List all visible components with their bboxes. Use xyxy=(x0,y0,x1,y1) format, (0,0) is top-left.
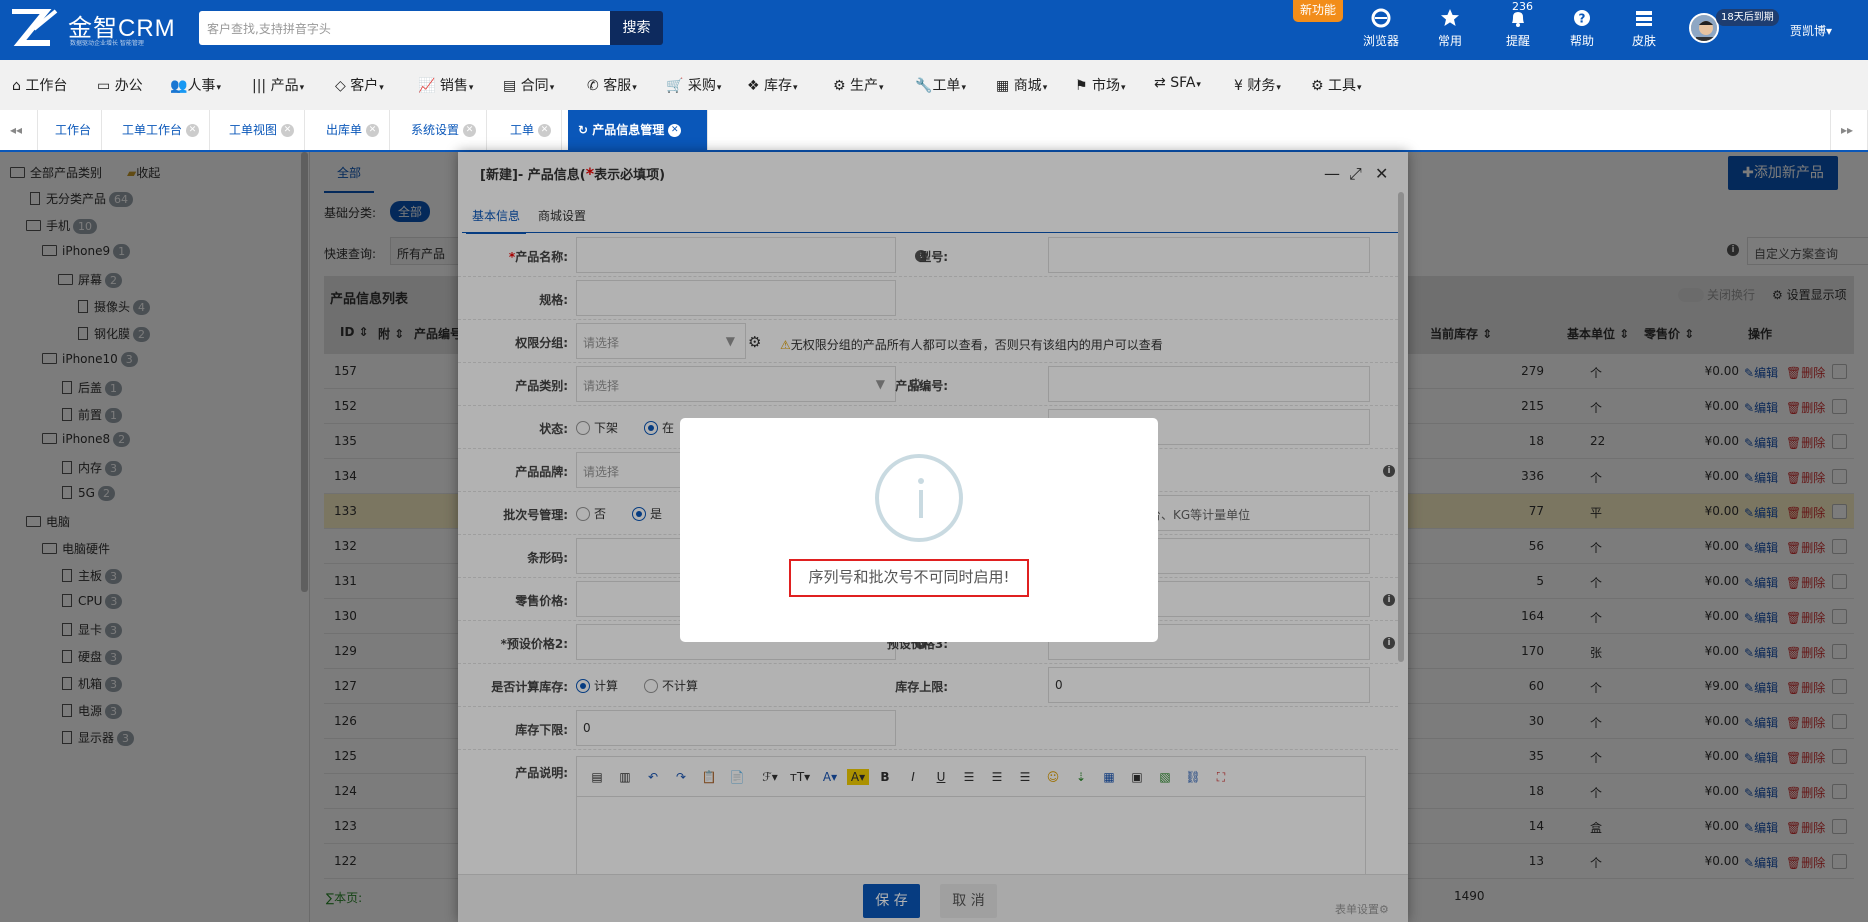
menu-hr[interactable]: 👥人事▾ xyxy=(170,75,221,95)
menu-mall[interactable]: ▦ 商城▾ xyxy=(996,75,1047,95)
contract-icon: ▤ xyxy=(503,78,517,94)
favorites-tool[interactable]: 常用 xyxy=(1422,8,1478,49)
menu-market[interactable]: ⚑ 市场▾ xyxy=(1075,75,1126,95)
phone-icon: ✆ xyxy=(587,78,599,94)
refresh-icon: ⇄ xyxy=(1154,75,1166,91)
top-header: 金智CRM 数据驱动企业增长 智能管理 客户查找,支持拼音字头 搜索 新功能 浏… xyxy=(0,0,1868,60)
menu-sfa[interactable]: ⇄ SFA▾ xyxy=(1154,75,1201,91)
cogs-icon: ⚙ xyxy=(833,78,846,94)
menu-contract[interactable]: ▤ 合同▾ xyxy=(503,75,554,95)
menu-customer[interactable]: ◇ 客户▾ xyxy=(335,75,384,95)
wrench-icon: 🔧 xyxy=(915,78,933,94)
alert-dialog: 序列号和批次号不可同时启用! xyxy=(680,418,1158,642)
tool-label: 浏览器 xyxy=(1362,34,1399,48)
barcode-icon: ||| xyxy=(252,78,267,94)
diamond-icon: ◇ xyxy=(335,78,346,94)
trial-expire-badge: 18天后到期 xyxy=(1716,9,1779,26)
close-icon[interactable]: ✕ xyxy=(668,124,682,137)
menu-product[interactable]: ||| 产品▾ xyxy=(252,75,304,95)
menu-sales[interactable]: 📈 销售▾ xyxy=(418,75,473,95)
new-feature-badge[interactable]: 新功能 xyxy=(1293,0,1343,22)
refresh-icon: ↻ xyxy=(578,123,589,137)
menu-inventory[interactable]: ❖ 库存▾ xyxy=(747,75,798,95)
close-icon[interactable]: ✕ xyxy=(186,124,200,137)
home-icon: ⌂ xyxy=(12,78,21,94)
browser-icon xyxy=(1371,8,1391,28)
chart-icon: 📈 xyxy=(418,78,436,94)
menu-service[interactable]: ✆ 客服▾ xyxy=(587,75,637,95)
remind-count-badge: 236 xyxy=(1512,0,1533,13)
cart-icon: 🛒 xyxy=(666,78,684,94)
cubes-icon: ❖ xyxy=(747,78,760,94)
laptop-icon: ▭ xyxy=(97,78,111,94)
tab-workbench[interactable]: 工作台 xyxy=(45,110,103,150)
star-icon xyxy=(1441,9,1459,26)
tool-label: 提醒 xyxy=(1505,34,1530,48)
tool-label: 皮肤 xyxy=(1631,34,1656,48)
customer-search-input[interactable]: 客户查找,支持拼音字头 xyxy=(199,11,610,45)
menu-production[interactable]: ⚙ 生产▾ xyxy=(833,75,884,95)
search-button[interactable]: 搜索 xyxy=(610,11,663,45)
users-icon: 👥 xyxy=(170,78,188,94)
yen-icon: ¥ xyxy=(1234,78,1243,94)
info-icon xyxy=(875,454,963,542)
alert-message: 序列号和批次号不可同时启用! xyxy=(789,559,1029,597)
tabs-scroll-left-icon[interactable]: ◂◂ xyxy=(0,110,38,150)
logo-icon xyxy=(12,9,58,46)
menu-purchase[interactable]: 🛒 采购▾ xyxy=(666,75,721,95)
tab-product-info[interactable]: ↻ 产品信息管理 ✕ xyxy=(568,110,708,150)
close-icon[interactable]: ✕ xyxy=(366,124,380,137)
tab-ticket-workbench[interactable]: 工单工作台 ✕ xyxy=(112,110,211,150)
brand-slogan: 数据驱动企业增长 智能管理 xyxy=(70,40,144,47)
menu-ticket[interactable]: 🔧工单▾ xyxy=(915,75,966,95)
user-menu[interactable]: 贾凯博▾ xyxy=(1790,22,1832,39)
menu-office[interactable]: ▭ 办公 xyxy=(97,75,143,95)
tabs-scroll-right-icon[interactable]: ▸▸ xyxy=(1830,110,1868,150)
grid-icon: ▦ xyxy=(996,78,1010,94)
flag-icon: ⚑ xyxy=(1075,78,1088,94)
help-icon: ? xyxy=(1574,10,1590,26)
close-icon[interactable]: ✕ xyxy=(463,124,477,137)
tool-label: 常用 xyxy=(1437,34,1462,48)
tab-ticket[interactable]: 工单 ✕ xyxy=(500,110,563,150)
browser-tool[interactable]: 浏览器 xyxy=(1353,8,1409,49)
menu-tools[interactable]: ⚙ 工具▾ xyxy=(1311,75,1362,95)
help-tool[interactable]: ? 帮助 xyxy=(1554,8,1610,49)
user-avatar[interactable] xyxy=(1689,13,1719,43)
skin-icon xyxy=(1636,11,1652,26)
menu-workbench[interactable]: ⌂ 工作台 xyxy=(12,75,67,95)
close-icon[interactable]: ✕ xyxy=(538,124,552,137)
avatar-icon xyxy=(1691,15,1717,41)
close-icon[interactable]: ✕ xyxy=(281,124,295,137)
skin-tool[interactable]: 皮肤 xyxy=(1616,8,1672,49)
tab-system-settings[interactable]: 系统设置 ✕ xyxy=(401,110,488,150)
tool-label: 帮助 xyxy=(1569,34,1594,48)
main-menu-bar: ⌂ 工作台 ▭ 办公 👥人事▾ ||| 产品▾ ◇ 客户▾ 📈 销售▾ ▤ 合同… xyxy=(0,60,1868,110)
svg-text:?: ? xyxy=(1579,12,1586,26)
remind-tool[interactable]: 提醒 xyxy=(1490,8,1546,49)
tab-ticket-view[interactable]: 工单视图 ✕ xyxy=(219,110,306,150)
open-tabs-bar: ◂◂ 工作台 工单工作台 ✕ 工单视图 ✕ 出库单 ✕ 系统设置 ✕ 工单 ✕ ↻ 产品信… xyxy=(0,110,1868,152)
gear-icon: ⚙ xyxy=(1311,78,1324,94)
menu-finance[interactable]: ¥ 财务▾ xyxy=(1234,75,1281,95)
tab-outbound[interactable]: 出库单 ✕ xyxy=(316,110,391,150)
